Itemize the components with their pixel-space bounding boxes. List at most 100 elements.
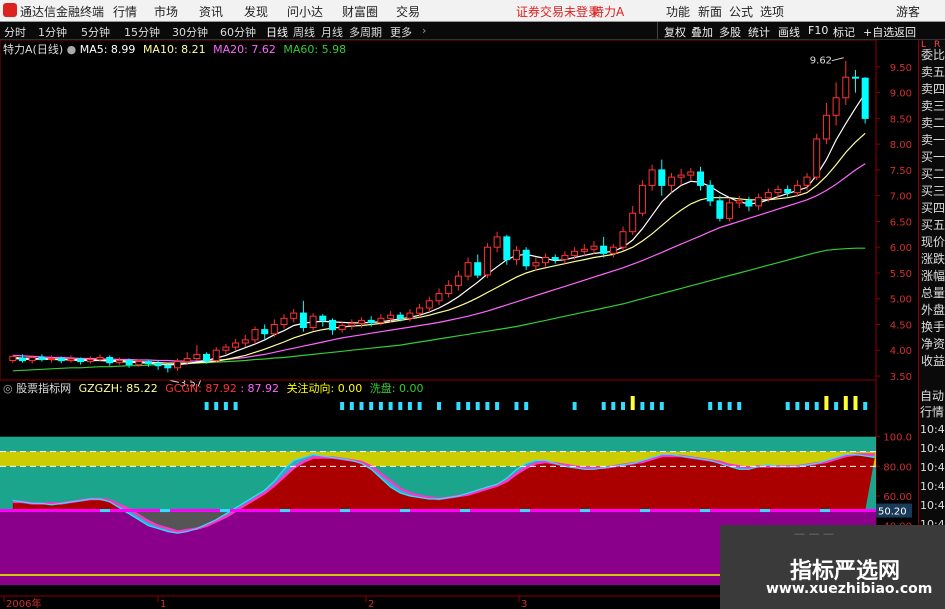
candle-up — [483, 246, 491, 276]
side-item[interactable]: 卖二 — [921, 114, 945, 131]
ind-y-tick-label: 60.00 — [883, 492, 912, 503]
tick-item[interactable]: 10:40 — [920, 423, 945, 436]
side-item[interactable]: 总量 — [921, 284, 945, 301]
side-item[interactable]: 委比 — [921, 46, 945, 63]
wash-label: 洗盘: 0.00 — [369, 382, 424, 395]
menu-wealth[interactable]: 财富圈 — [342, 3, 378, 20]
side-item[interactable]: 卖四 — [921, 80, 945, 97]
attention-mark — [650, 402, 655, 410]
side-item[interactable]: 买二 — [921, 165, 945, 182]
settings-icon[interactable]: ● — [67, 43, 77, 56]
tick-item[interactable]: 自动 — [920, 387, 944, 404]
side-item[interactable]: 卖三 — [921, 97, 945, 114]
back-button[interactable]: 返回 — [894, 24, 916, 40]
attention-mark — [214, 402, 219, 410]
candle-up — [793, 184, 801, 194]
candle-up — [9, 355, 17, 361]
menu-formula[interactable]: 公式 — [729, 3, 753, 20]
menu-market[interactable]: 市场 — [154, 3, 178, 20]
guest-label[interactable]: 游客 — [896, 3, 920, 20]
candle-up — [648, 169, 656, 186]
tab-30min[interactable]: 30分钟 — [172, 24, 208, 40]
side-item[interactable]: 收益 — [921, 352, 945, 369]
tab-more[interactable]: 更多 — [390, 24, 412, 40]
tick-item[interactable]: 10:40 — [920, 499, 945, 512]
candle-up — [571, 250, 579, 256]
tick-item[interactable]: 10:40 — [920, 461, 945, 474]
candle-down — [396, 314, 404, 319]
main-legend: 特力A(日线) ● MA5: 8.99 MA10: 8.21 MA20: 7.6… — [3, 41, 346, 57]
high-arrow — [831, 57, 844, 62]
f10-button[interactable]: F10 — [808, 24, 828, 37]
menu-options[interactable]: 选项 — [760, 3, 784, 20]
side-item[interactable]: 换手 — [921, 318, 945, 335]
mark-button[interactable]: 标记 — [833, 24, 855, 40]
statistics-button[interactable]: 统计 — [748, 24, 770, 40]
watermark-small: — — — — [794, 527, 834, 540]
side-item[interactable]: 买三 — [921, 182, 945, 199]
tab-intraday[interactable]: 分时 — [4, 24, 26, 40]
draw-line-button[interactable]: 画线 — [778, 24, 800, 40]
tick-item[interactable]: 10:40 — [920, 442, 945, 455]
side-item[interactable]: 涨幅 — [921, 267, 945, 284]
side-item[interactable]: 现价 — [921, 233, 945, 250]
attention-mark — [785, 402, 790, 410]
tab-60min[interactable]: 60分钟 — [220, 24, 256, 40]
candle-up — [532, 262, 540, 267]
login-status[interactable]: 证券交易未登录 — [516, 3, 600, 20]
candle-up — [416, 307, 424, 314]
tab-1min[interactable]: 1分钟 — [38, 24, 67, 40]
candle-up — [135, 361, 143, 366]
quote-side-panel: L R 委比 卖五 卖四 卖三 卖二 卖一 买一 买二 买三 买四 买五 现价 涨跌 涨幅 总量 外盘 换手 净资 收益 — [918, 40, 945, 405]
side-item[interactable]: 涨跌 — [921, 250, 945, 267]
side-item[interactable]: 买一 — [921, 148, 945, 165]
candle-up — [764, 192, 772, 199]
menu-new-page[interactable]: 新面 — [698, 3, 722, 20]
period-toolbar: 分时 1分钟 5分钟 15分钟 30分钟 60分钟 日线 周线 月线 多周期 更… — [0, 22, 945, 40]
side-item[interactable]: 买五 — [921, 216, 945, 233]
menu-ask[interactable]: 问小达 — [287, 3, 323, 20]
multi-stock-button[interactable]: 多股 — [719, 24, 741, 40]
menu-quotes[interactable]: 行情 — [113, 3, 137, 20]
side-item[interactable]: 卖一 — [921, 131, 945, 148]
tab-multi-period[interactable]: 多周期 — [349, 24, 382, 40]
add-watchlist-button[interactable]: +自选 — [863, 24, 894, 40]
tab-5min[interactable]: 5分钟 — [81, 24, 110, 40]
side-item[interactable]: 外盘 — [921, 301, 945, 318]
candle-down — [125, 360, 133, 366]
attention-mark — [737, 402, 742, 410]
candle-up — [464, 262, 472, 277]
tab-weekly[interactable]: 周线 — [293, 24, 315, 40]
attention-mark — [863, 402, 868, 410]
chevron-right-icon[interactable]: › — [422, 24, 426, 37]
menu-function[interactable]: 功能 — [666, 3, 690, 20]
candle-up — [96, 357, 104, 361]
overlay-button[interactable]: 叠加 — [691, 24, 713, 40]
candle-down — [600, 245, 608, 254]
menu-discover[interactable]: 发现 — [244, 3, 268, 20]
chart-canvas[interactable]: 3.50 4.00 4.50 5.00 5.50 6.00 6.50 7.00 7.50 8.00… — [0, 40, 918, 609]
tick-item[interactable]: 行情 — [920, 403, 944, 420]
candle-down — [19, 357, 26, 362]
indicator-settings-icon[interactable]: ◎ — [3, 382, 13, 395]
tab-monthly[interactable]: 月线 — [321, 24, 343, 40]
candle-down — [329, 319, 336, 331]
attention-mark — [611, 402, 616, 410]
x-tick-label: 3 — [521, 599, 527, 609]
menu-trade[interactable]: 交易 — [396, 3, 420, 20]
side-item[interactable]: 买四 — [921, 199, 945, 216]
restore-rights-button[interactable]: 复权 — [664, 24, 686, 40]
tab-daily[interactable]: 日线 — [266, 24, 288, 40]
y-tick-label: 7.50 — [890, 166, 912, 177]
candle-up — [813, 138, 821, 178]
candle-down — [154, 363, 162, 367]
y-tick-label: 8.50 — [890, 114, 912, 125]
side-item[interactable]: 卖五 — [921, 63, 945, 80]
candle-up — [822, 114, 830, 140]
attention-mark — [805, 402, 809, 410]
candle-up — [232, 342, 240, 348]
tab-15min[interactable]: 15分钟 — [124, 24, 160, 40]
tick-item[interactable]: 10:40 — [920, 480, 945, 493]
side-item[interactable]: 净资 — [921, 335, 945, 352]
menu-news[interactable]: 资讯 — [199, 3, 223, 20]
